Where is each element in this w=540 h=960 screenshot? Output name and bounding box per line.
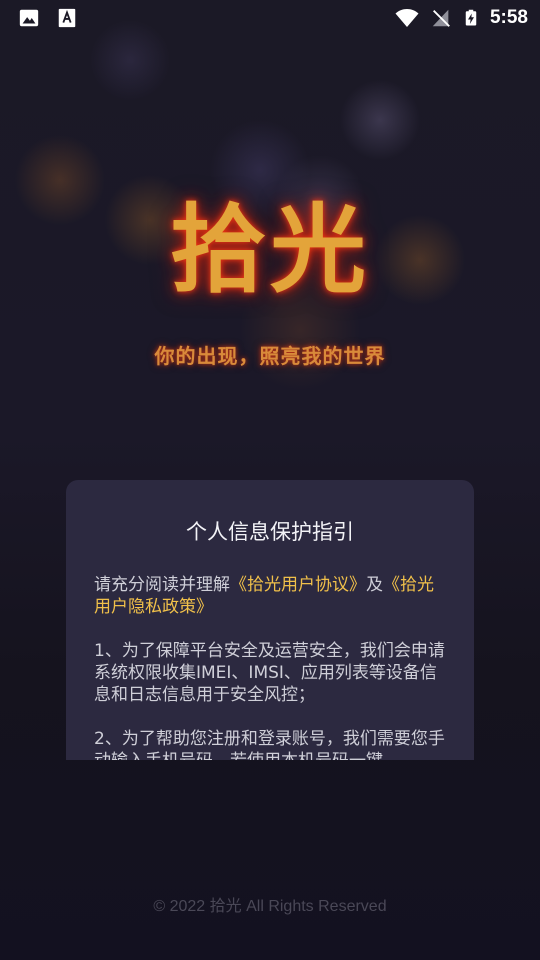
dialog-body[interactable]: 请充分阅读并理解《拾光用户协议》及《拾光用户隐私政策》 1、为了保障平台安全及运… xyxy=(66,574,474,760)
dialog-intro: 请充分阅读并理解《拾光用户协议》及《拾光用户隐私政策》 xyxy=(94,574,446,618)
copyright-footer: © 2022 拾光 All Rights Reserved xyxy=(153,898,387,915)
dialog-title: 个人信息保护指引 xyxy=(186,520,354,544)
dialog-item-2: 2、为了帮助您注册和登录账号，我们需要您手动输入手机号码，若使用本机号码一键 xyxy=(94,729,445,760)
battery-charging-icon xyxy=(465,9,477,26)
status-time: 5:58 xyxy=(489,7,528,28)
dialog-item-1: 1、为了保障平台安全及运营安全，我们会申请系统权限收集IMEI、IMSI、应用列… xyxy=(94,641,445,705)
status-right: 5:58 xyxy=(394,6,528,30)
status-bar: 5:58 xyxy=(0,0,540,36)
intro-conj: 及 xyxy=(366,575,383,595)
status-left xyxy=(18,7,78,29)
wifi-icon xyxy=(395,9,419,27)
signal-off-icon xyxy=(432,9,450,27)
tagline: 你的出现，照亮我的世界 xyxy=(154,344,386,368)
intro-prefix: 请充分阅读并理解 xyxy=(94,575,230,595)
screen: 5:58 拾光 你的出现，照亮我的世界 个人信息保护指引 请充分阅读并理解《拾光… xyxy=(0,0,540,960)
privacy-dialog: 个人信息保护指引 请充分阅读并理解《拾光用户协议》及《拾光用户隐私政策》 1、为… xyxy=(66,480,474,760)
user-agreement-link[interactable]: 《拾光用户协议》 xyxy=(230,575,366,595)
image-icon xyxy=(19,9,39,27)
logo-text: 拾光 xyxy=(170,194,370,306)
font-download-icon xyxy=(58,8,76,28)
app-logo: 拾光 xyxy=(0,195,540,305)
